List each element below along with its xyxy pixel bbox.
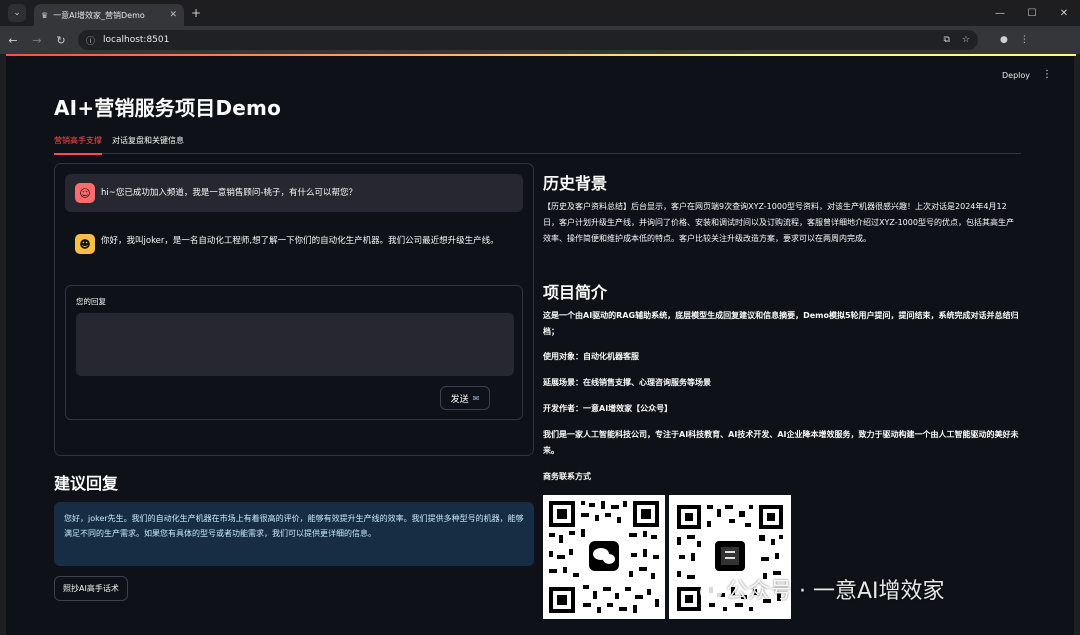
tab-sales-support[interactable]: 营销高手支撑	[54, 134, 102, 155]
back-icon[interactable]: ←	[2, 34, 24, 47]
browser-tabbar: ⌄ ♛ 一意AI增效家_营销Demo ✕ + — ☐ ✕	[0, 0, 1080, 26]
streamlit-icon: ♛	[41, 10, 49, 20]
tab-search-icon[interactable]: ⌄	[8, 4, 26, 22]
wechat-watermark-icon	[700, 582, 722, 602]
watermark: 公众号 · 一意AI增效家	[700, 573, 945, 605]
project-target: 使用对象：自动化机器客服	[543, 352, 639, 361]
project-company: 我们是一家人工智能科技公司，专注于AI科技教育、AI技术开发、AI企业降本增效服…	[543, 430, 1019, 455]
bookmark-star-icon[interactable]: ☆	[962, 35, 970, 45]
project-author: 开发作者：一意AI增效家【公众号】	[543, 404, 673, 413]
reload-icon[interactable]: ↻	[50, 34, 72, 47]
main-menu-icon[interactable]: ⋮	[1042, 69, 1052, 80]
new-tab-icon[interactable]: +	[191, 6, 201, 20]
send-label: 发送	[450, 394, 469, 405]
send-button[interactable]: 发送 ✉	[440, 386, 490, 410]
bot-avatar-icon: ☺	[75, 183, 95, 203]
copy-suggestion-button[interactable]: 照抄AI高手话术	[54, 576, 128, 601]
browser-tab[interactable]: ♛ 一意AI增效家_营销Demo ✕	[34, 4, 184, 26]
browser-menu-icon[interactable]: ⋮	[1020, 35, 1029, 45]
chat-message-user: ☻ 你好，我叫joker，是一名自动化工程师,想了解一下你们的自动化生产机器。我…	[65, 226, 523, 270]
translate-icon[interactable]: ⧉	[943, 35, 949, 45]
url-text: localhost:8501	[103, 35, 170, 45]
address-bar[interactable]: ⓘ localhost:8501 ⧉ ☆	[78, 30, 978, 50]
watermark-text: 公众号 · 一意AI增效家	[726, 579, 945, 604]
window-controls: — ☐ ✕	[984, 0, 1080, 26]
wechat-qr-code	[543, 495, 665, 619]
suggestion-heading: 建议回复	[54, 474, 119, 493]
contact-label: 商务联系方式	[543, 472, 591, 481]
message-text: hi~您已成功加入频道，我是一意销售顾问-桃子，有什么可以帮您？	[101, 187, 357, 198]
deploy-button[interactable]: Deploy	[1002, 71, 1030, 80]
suggestion-box: 您好，joker先生。我们的自动化生产机器在市场上有着很高的评价，能够有效提升生…	[54, 502, 534, 566]
window-close-icon[interactable]: ✕	[1048, 0, 1080, 26]
project-scenario: 延展场景：在线销售支撑、心理咨询服务等场景	[543, 378, 711, 387]
envelope-icon: ✉	[472, 393, 480, 403]
tab-conversation-review[interactable]: 对话复盘和关键信息	[112, 134, 184, 154]
reply-textarea[interactable]	[76, 313, 514, 376]
close-icon[interactable]: ✕	[169, 10, 177, 20]
history-heading: 历史背景	[543, 174, 608, 193]
tab-title: 一意AI增效家_营销Demo	[53, 10, 145, 20]
history-text: 【历史及客户资料总结】后台显示，客户在网页端9次查询XYZ-1000型号资料，对…	[543, 202, 1014, 243]
forward-icon[interactable]: →	[26, 34, 48, 47]
minimize-icon[interactable]: —	[984, 0, 1016, 26]
browser-toolbar: ← → ↻ ⓘ localhost:8501 ⧉ ☆ ● ⋮	[0, 26, 1080, 54]
chat-container: ☺ hi~您已成功加入频道，我是一意销售顾问-桃子，有什么可以帮您？ ☻ 你好，…	[54, 163, 534, 456]
project-intro: 这是一个由AI驱动的RAG辅助系统，底层模型生成回复建议和信息摘要，Demo模拟…	[543, 311, 1019, 336]
user-avatar-icon: ☻	[75, 234, 95, 254]
project-heading: 项目简介	[543, 283, 608, 302]
maximize-icon[interactable]: ☐	[1016, 0, 1048, 26]
chat-message-assistant: ☺ hi~您已成功加入频道，我是一意销售顾问-桃子，有什么可以帮您？	[65, 174, 523, 212]
page-title: AI+营销服务项目Demo	[54, 96, 282, 120]
site-info-icon[interactable]: ⓘ	[86, 34, 95, 47]
message-text: 你好，我叫joker，是一名自动化工程师,想了解一下你们的自动化生产机器。我们公…	[101, 236, 499, 246]
reply-label: 您的回复	[76, 297, 106, 306]
tab-list: 营销高手支撑 对话复盘和关键信息	[54, 134, 1021, 155]
reply-form: 您的回复 发送 ✉	[65, 285, 523, 420]
profile-icon[interactable]: ●	[1000, 35, 1008, 45]
